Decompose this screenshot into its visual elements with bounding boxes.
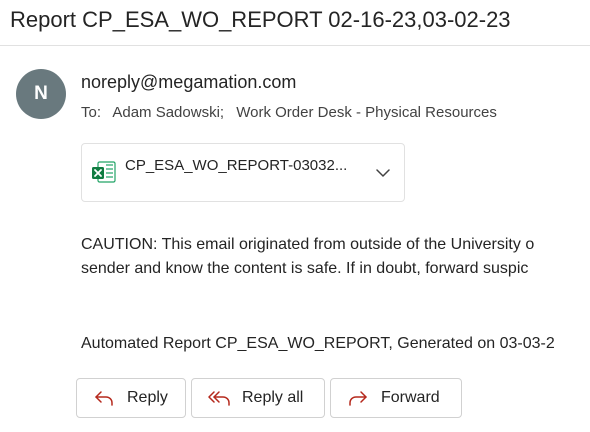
chevron-down-icon[interactable] bbox=[375, 165, 391, 181]
attachment-name: CP_ESA_WO_REPORT-03032... bbox=[125, 157, 348, 174]
recipients-line: To: Adam Sadowski; Work Order Desk - Phy… bbox=[81, 104, 497, 121]
reply-all-icon bbox=[208, 391, 230, 406]
reply-icon bbox=[95, 391, 113, 406]
report-text-line: Automated Report CP_ESA_WO_REPORT, Gener… bbox=[81, 335, 555, 352]
reply-label: Reply bbox=[127, 389, 168, 406]
caution-text-line-1: CAUTION: This email originated from outs… bbox=[81, 236, 535, 253]
sender-address[interactable]: noreply@megamation.com bbox=[81, 72, 296, 93]
to-label: To: bbox=[81, 104, 102, 121]
attachment-card[interactable]: CP_ESA_WO_REPORT-03032... bbox=[81, 143, 405, 202]
forward-button[interactable]: Forward bbox=[330, 378, 462, 418]
excel-file-icon bbox=[92, 161, 116, 183]
caution-text-line-2: sender and know the content is safe. If … bbox=[81, 260, 529, 277]
reply-all-button[interactable]: Reply all bbox=[191, 378, 325, 418]
reply-button[interactable]: Reply bbox=[76, 378, 186, 418]
recipient-work-order-desk[interactable]: Work Order Desk - Physical Resources bbox=[236, 104, 497, 121]
forward-label: Forward bbox=[381, 389, 440, 406]
recipient-adam-sadowski[interactable]: Adam Sadowski; bbox=[112, 104, 224, 121]
forward-icon bbox=[349, 391, 367, 406]
email-subject: Report CP_ESA_WO_REPORT 02-16-23,03-02-2… bbox=[10, 7, 511, 32]
sender-avatar[interactable]: N bbox=[16, 69, 66, 119]
subject-bar: Report CP_ESA_WO_REPORT 02-16-23,03-02-2… bbox=[0, 0, 590, 46]
reply-all-label: Reply all bbox=[242, 389, 304, 406]
avatar-initial: N bbox=[34, 83, 48, 104]
